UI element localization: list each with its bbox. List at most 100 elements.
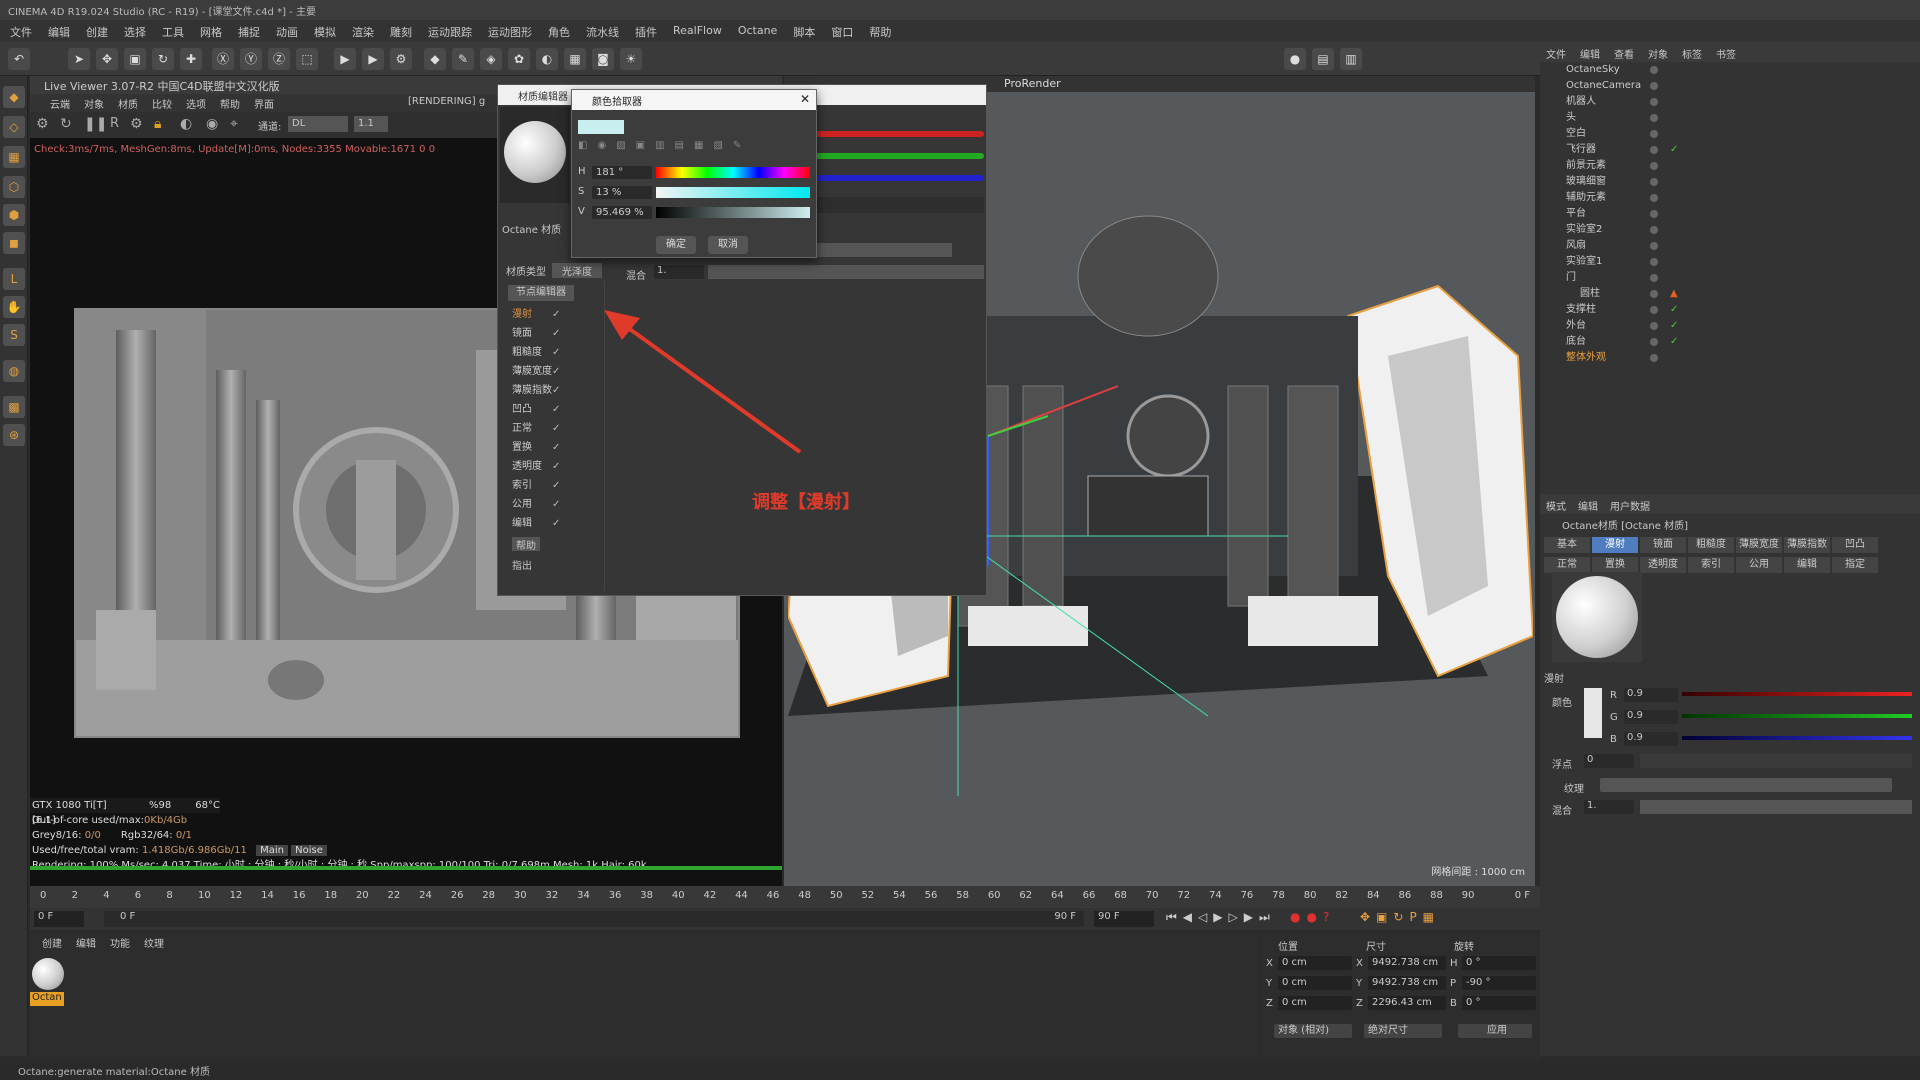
channel-common[interactable]: 公用 ✓: [512, 497, 560, 513]
start-frame-field[interactable]: 0 F: [34, 911, 84, 927]
p-rotation-field[interactable]: -90 °: [1462, 976, 1536, 990]
object-row[interactable]: 辅助元素: [1540, 190, 1920, 206]
clay-icon[interactable]: ◉: [206, 116, 218, 132]
obj-menu-file[interactable]: 文件: [1546, 46, 1566, 61]
menu-sculpt[interactable]: 雕刻: [390, 24, 412, 39]
menu-window[interactable]: 窗口: [831, 24, 853, 39]
points-mode-icon[interactable]: ⬡: [3, 176, 25, 198]
cube-icon[interactable]: ◆: [424, 48, 446, 70]
material-type-select[interactable]: 光泽度: [552, 263, 602, 278]
polygons-mode-icon[interactable]: ◼: [3, 232, 25, 254]
x-size-field[interactable]: 9492.738 cm: [1368, 956, 1446, 970]
cancel-button[interactable]: 取消: [708, 236, 748, 254]
camera-icon[interactable]: ◙: [592, 48, 614, 70]
rgb-icon[interactable]: ▥: [655, 140, 664, 152]
main-button[interactable]: Main: [256, 845, 288, 856]
material-thumbnail[interactable]: [32, 958, 64, 990]
channel-editor[interactable]: 编辑 ✓: [512, 516, 560, 532]
lv-menu-objects[interactable]: 对象: [84, 96, 104, 111]
b-rotation-field[interactable]: 0 °: [1462, 996, 1536, 1010]
lock-icon[interactable]: ⊛: [3, 424, 25, 446]
z-axis-icon[interactable]: Ⓩ: [268, 48, 290, 70]
frame-range-slider[interactable]: 0 F 90 F: [104, 911, 1084, 927]
menu-render[interactable]: 渲染: [352, 24, 374, 39]
tab-basic[interactable]: 基本: [1544, 537, 1590, 553]
mix-slider[interactable]: [1640, 800, 1912, 814]
settings-icon[interactable]: ⚙: [36, 116, 49, 132]
rotate-icon[interactable]: ↻: [152, 48, 174, 70]
lv-menu-help[interactable]: 帮助: [220, 96, 240, 111]
x-axis-icon[interactable]: Ⓧ: [212, 48, 234, 70]
tab-normal[interactable]: 正常: [1544, 557, 1590, 573]
float-field[interactable]: 0: [1584, 754, 1634, 768]
texture-mode-icon[interactable]: ◇: [3, 116, 25, 138]
channel-normal[interactable]: 正常 ✓: [512, 421, 560, 437]
attr-menu-userdata[interactable]: 用户数据: [1610, 498, 1650, 513]
deformer-icon[interactable]: ◐: [536, 48, 558, 70]
sphere-icon[interactable]: ◐: [180, 116, 192, 132]
image-icon[interactable]: ▨: [616, 140, 625, 152]
menu-snap[interactable]: 捕捉: [238, 24, 260, 39]
lv-menu-material[interactable]: 材质: [118, 96, 138, 111]
menu-select[interactable]: 选择: [124, 24, 146, 39]
select-icon[interactable]: ➤: [68, 48, 90, 70]
channel-select[interactable]: DL: [288, 116, 348, 132]
snapshot-icon[interactable]: ▥: [1340, 48, 1362, 70]
subdivision-icon[interactable]: ◈: [480, 48, 502, 70]
r-slider[interactable]: [1682, 692, 1912, 696]
mix-field[interactable]: 1.: [1584, 800, 1634, 814]
menu-file[interactable]: 文件: [10, 24, 32, 39]
tab-common[interactable]: 公用: [1736, 557, 1782, 573]
value-slider[interactable]: [656, 207, 810, 218]
gear-icon[interactable]: ⚙: [130, 116, 143, 132]
lv-menu-options[interactable]: 选项: [186, 96, 206, 111]
add-icon[interactable]: ✚: [180, 48, 202, 70]
lv-menu-interface[interactable]: 界面: [254, 96, 274, 111]
picture-icon[interactable]: ▣: [636, 140, 645, 152]
tab-film-width[interactable]: 薄膜宽度: [1736, 537, 1782, 553]
channel-film-width[interactable]: 薄膜宽度 ✓: [512, 364, 560, 380]
mix-field[interactable]: 1.: [654, 265, 704, 279]
workplane-icon[interactable]: ◍: [3, 360, 25, 382]
object-row[interactable]: 头: [1540, 110, 1920, 126]
object-row[interactable]: 门: [1540, 270, 1920, 286]
object-row[interactable]: 整体外观: [1540, 350, 1920, 366]
channel-roughness[interactable]: 粗糙度 ✓: [512, 345, 560, 361]
render-picture-icon[interactable]: ▶: [362, 48, 384, 70]
obj-menu-edit[interactable]: 编辑: [1580, 46, 1600, 61]
tab-bump[interactable]: 凹凸: [1832, 537, 1878, 553]
saturation-slider[interactable]: [656, 187, 810, 198]
channel-index[interactable]: 索引 ✓: [512, 478, 560, 494]
mat-menu-create[interactable]: 创建: [42, 935, 62, 950]
object-row[interactable]: 前景元素: [1540, 158, 1920, 174]
object-row[interactable]: OctaneSky: [1540, 62, 1920, 78]
object-row[interactable]: 实验室2: [1540, 222, 1920, 238]
y-position-field[interactable]: 0 cm: [1278, 976, 1352, 990]
floor-icon[interactable]: ▦: [564, 48, 586, 70]
texture-field[interactable]: [1600, 778, 1892, 792]
object-row[interactable]: 底台 ✓: [1540, 334, 1920, 350]
model-mode-icon[interactable]: ◆: [3, 86, 25, 108]
mix-slider[interactable]: [708, 265, 984, 279]
record-controls[interactable]: ●●?: [1290, 910, 1335, 924]
pick-icon[interactable]: ⌖: [230, 116, 238, 132]
octane-icon[interactable]: ●: [1284, 48, 1306, 70]
coord-mode-select[interactable]: 对象 (相对): [1274, 1024, 1352, 1038]
restart-icon[interactable]: ↻: [60, 116, 72, 132]
obj-menu-object[interactable]: 对象: [1648, 46, 1668, 61]
object-row[interactable]: OctaneCamera: [1540, 78, 1920, 94]
material-label[interactable]: Octan: [30, 992, 64, 1006]
g-slider[interactable]: [1682, 714, 1912, 718]
menu-octane[interactable]: Octane: [738, 24, 778, 38]
edges-mode-icon[interactable]: ⬢: [3, 204, 25, 226]
obj-menu-tags[interactable]: 标签: [1682, 46, 1702, 61]
object-row[interactable]: 风扇: [1540, 238, 1920, 254]
tweak-icon[interactable]: ✋: [3, 296, 25, 318]
attr-menu-mode[interactable]: 模式: [1546, 498, 1566, 513]
mat-menu-texture[interactable]: 纹理: [144, 935, 164, 950]
array-icon[interactable]: ✿: [508, 48, 530, 70]
menu-plugins[interactable]: 插件: [635, 24, 657, 39]
y-axis-icon[interactable]: Ⓨ: [240, 48, 262, 70]
region-icon[interactable]: R: [110, 116, 119, 131]
h-rotation-field[interactable]: 0 °: [1462, 956, 1536, 970]
